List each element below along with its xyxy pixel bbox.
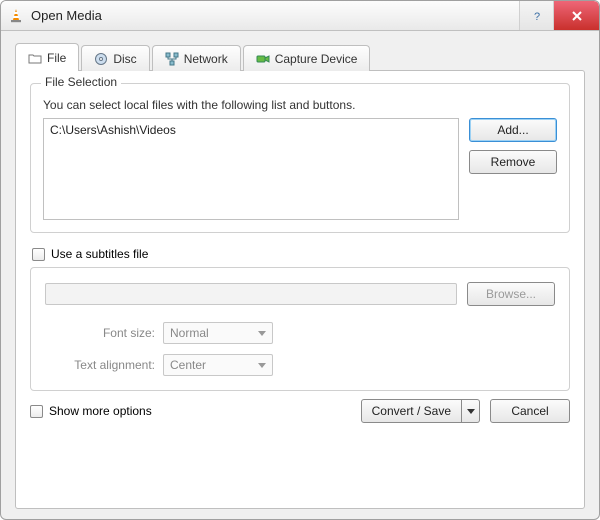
chevron-down-icon <box>258 363 266 368</box>
group-legend: File Selection <box>41 75 121 89</box>
file-selection-group: File Selection You can select local file… <box>30 83 570 233</box>
svg-text:?: ? <box>534 11 540 22</box>
open-media-dialog: Open Media ? File Disc <box>0 0 600 520</box>
file-list-item[interactable]: C:\Users\Ashish\Videos <box>50 123 452 137</box>
show-more-options-row[interactable]: Show more options <box>30 404 152 418</box>
convert-save-split-button[interactable]: Convert / Save <box>361 399 480 423</box>
tab-capture[interactable]: Capture Device <box>243 45 371 71</box>
use-subtitles-row[interactable]: Use a subtitles file <box>32 247 570 261</box>
tab-network[interactable]: Network <box>152 45 241 71</box>
use-subtitles-checkbox[interactable] <box>32 248 45 261</box>
remove-button[interactable]: Remove <box>469 150 557 174</box>
font-size-label: Font size: <box>45 326 155 340</box>
file-list[interactable]: C:\Users\Ashish\Videos <box>43 118 459 220</box>
file-selection-hint: You can select local files with the foll… <box>43 98 557 112</box>
text-alignment-label: Text alignment: <box>45 358 155 372</box>
cancel-button-label: Cancel <box>511 404 548 418</box>
show-more-options-label: Show more options <box>49 404 152 418</box>
folder-icon <box>28 51 42 65</box>
network-icon <box>165 52 179 66</box>
tab-file[interactable]: File <box>15 43 79 71</box>
convert-save-button[interactable]: Convert / Save <box>361 399 462 423</box>
browse-button-label: Browse... <box>486 287 536 301</box>
use-subtitles-label: Use a subtitles file <box>51 247 148 261</box>
tab-bar: File Disc Network Capture Device <box>15 43 585 71</box>
dialog-footer: Show more options Convert / Save Cancel <box>30 391 570 423</box>
convert-save-dropdown[interactable] <box>462 399 480 423</box>
text-alignment-select: Center <box>163 354 273 376</box>
disc-icon <box>94 52 108 66</box>
titlebar: Open Media ? <box>1 1 599 31</box>
tab-label: File <box>47 51 66 65</box>
vlc-icon <box>7 7 25 25</box>
close-button[interactable] <box>553 1 599 30</box>
chevron-down-icon <box>258 331 266 336</box>
convert-save-label: Convert / Save <box>372 404 451 418</box>
tab-label: Capture Device <box>275 52 358 66</box>
cancel-button[interactable]: Cancel <box>490 399 570 423</box>
tab-disc[interactable]: Disc <box>81 45 149 71</box>
capture-icon <box>256 52 270 66</box>
remove-button-label: Remove <box>491 155 536 169</box>
help-button[interactable]: ? <box>519 1 553 30</box>
chevron-down-icon <box>467 409 475 414</box>
tab-label: Disc <box>113 52 136 66</box>
add-button-label: Add... <box>497 123 528 137</box>
subtitle-path-input <box>45 283 457 305</box>
show-more-options-checkbox[interactable] <box>30 405 43 418</box>
subtitles-group: Browse... Font size: Normal Text alignme… <box>30 267 570 391</box>
window-title: Open Media <box>31 8 519 23</box>
text-alignment-value: Center <box>170 358 206 372</box>
tab-label: Network <box>184 52 228 66</box>
browse-button: Browse... <box>467 282 555 306</box>
font-size-select: Normal <box>163 322 273 344</box>
font-size-value: Normal <box>170 326 209 340</box>
add-button[interactable]: Add... <box>469 118 557 142</box>
tab-panel-file: File Selection You can select local file… <box>15 70 585 509</box>
